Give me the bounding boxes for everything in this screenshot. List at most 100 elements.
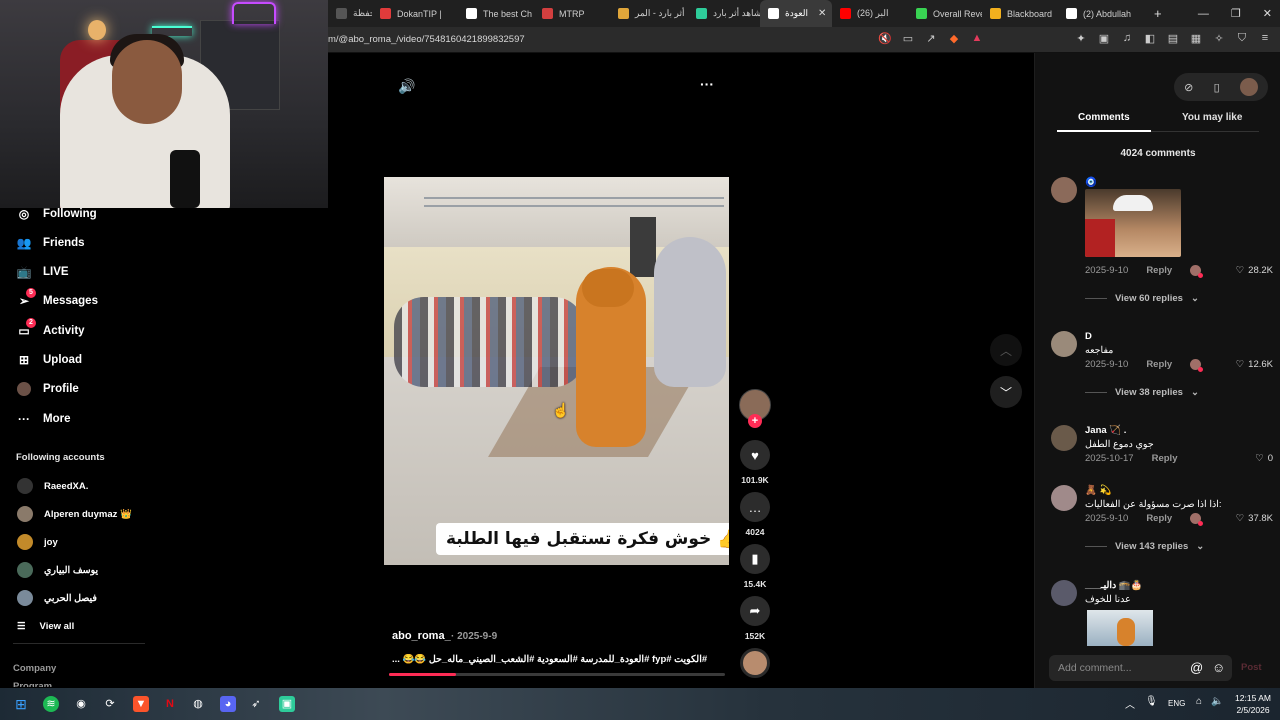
- commenter-name[interactable]: 🧸 💫: [1085, 485, 1111, 496]
- share-icon[interactable]: ↗: [924, 32, 938, 45]
- browser-tab[interactable]: أثر بارد - المر: [610, 0, 688, 27]
- chat-icon[interactable]: ▣: [279, 696, 295, 712]
- app-icon[interactable]: ◍: [190, 696, 206, 712]
- nav-upload[interactable]: ⊞ Upload: [16, 352, 82, 368]
- like-action[interactable]: ♥ 101.9K: [738, 440, 772, 485]
- tab-comments[interactable]: Comments: [1078, 112, 1130, 123]
- comment-like[interactable]: ♡ 37.8K: [1236, 513, 1273, 524]
- comment-action[interactable]: … 4024: [738, 492, 772, 537]
- commenter-name[interactable]: ___داليـ 🕋🎂: [1085, 580, 1143, 591]
- nav-more[interactable]: ··· More: [16, 411, 70, 427]
- following-account[interactable]: فيصل الحربي: [17, 590, 97, 606]
- speaker-icon[interactable]: 🔈: [1211, 696, 1223, 707]
- user-avatar[interactable]: [1239, 78, 1258, 96]
- view-all-link[interactable]: ☰ View all: [17, 621, 74, 632]
- save-action[interactable]: ▮ 15.4K: [738, 544, 772, 589]
- commenter-avatar[interactable]: [1051, 485, 1077, 511]
- commenter-avatar[interactable]: [1051, 177, 1077, 203]
- steam-icon[interactable]: ➶: [248, 696, 264, 712]
- mute-tab-icon[interactable]: 🔇: [878, 32, 892, 45]
- comment-like[interactable]: ♡ 12.6K: [1236, 359, 1273, 370]
- taskbar-clock[interactable]: 12:15 AM 2/5/2026: [1229, 692, 1277, 716]
- follow-plus-button[interactable]: +: [748, 414, 762, 428]
- extensions-icon[interactable]: ✦: [1074, 32, 1088, 45]
- commenter-avatar[interactable]: [1051, 425, 1077, 451]
- video-progress[interactable]: [389, 673, 725, 676]
- add-comment-input[interactable]: Add comment... @ ☺: [1049, 655, 1232, 681]
- close-window-icon[interactable]: ✕: [1263, 7, 1272, 20]
- windows-start-icon[interactable]: ⊞: [13, 696, 29, 712]
- browser-tab[interactable]: DokanTIP |: [372, 0, 458, 27]
- vpn-icon[interactable]: ▦: [1189, 32, 1203, 45]
- compass-icon[interactable]: ⊘: [1184, 81, 1193, 94]
- footer-program[interactable]: Program: [13, 681, 52, 687]
- video-description[interactable]: #الكويت #fyp #العودة_للمدرسة #السعودية #…: [392, 654, 708, 665]
- nav-messages[interactable]: ➢ 5 Messages: [16, 288, 98, 309]
- leo-ai-icon[interactable]: ✧: [1212, 32, 1226, 45]
- video-author[interactable]: abo_roma_: [392, 630, 451, 642]
- previous-video-button[interactable]: ︿: [990, 334, 1022, 366]
- brave-icon[interactable]: ▼: [133, 696, 149, 712]
- following-account[interactable]: Alperen duymaz 👑: [17, 506, 132, 522]
- comment-bubble-icon[interactable]: …: [740, 492, 770, 522]
- brave-shields-icon[interactable]: ◆: [947, 32, 961, 45]
- device-icon[interactable]: ▯: [1214, 81, 1220, 94]
- screenshot-icon[interactable]: ▣: [1097, 32, 1111, 45]
- view-replies-button[interactable]: View 143 replies ⌄: [1085, 541, 1204, 552]
- wallet-icon[interactable]: ▤: [1166, 32, 1180, 45]
- shield-icon[interactable]: ⛉: [1235, 32, 1249, 45]
- browser-tab[interactable]: The best Ch: [458, 0, 534, 27]
- sidebar-icon[interactable]: ◧: [1143, 32, 1157, 45]
- cast-icon[interactable]: ▭: [901, 32, 915, 45]
- discord-icon[interactable]: ◕: [220, 696, 236, 712]
- following-account[interactable]: يوسف البياري: [17, 562, 98, 578]
- reply-button[interactable]: Reply: [1152, 453, 1178, 464]
- nav-live[interactable]: 📺 LIVE: [16, 264, 69, 280]
- spotify-icon[interactable]: ≋: [43, 696, 59, 712]
- browser-tab[interactable]: العودة ✕: [760, 0, 832, 27]
- music-icon[interactable]: ♫: [1120, 32, 1134, 45]
- menu-icon[interactable]: ≡: [1258, 32, 1272, 45]
- minimize-icon[interactable]: —: [1198, 8, 1209, 20]
- sync-icon[interactable]: ⟳: [102, 696, 118, 712]
- comment-like[interactable]: ♡ 28.2K: [1236, 265, 1273, 276]
- browser-tab[interactable]: شاهد أثر بارد: [688, 0, 760, 27]
- next-video-button[interactable]: ﹀: [990, 376, 1022, 408]
- browser-tab[interactable]: MTRP: [534, 0, 610, 27]
- browser-tab[interactable]: (2) Abdullah: [1058, 0, 1134, 27]
- url-field[interactable]: m/@abo_roma_/video/7548160421899832597: [328, 34, 525, 45]
- music-disc[interactable]: [740, 648, 770, 678]
- share-arrow-icon[interactable]: ➦: [740, 596, 770, 626]
- comment-like[interactable]: ♡ 0: [1255, 453, 1273, 464]
- language-indicator[interactable]: ENG: [1168, 699, 1185, 708]
- wifi-icon[interactable]: ⌂: [1196, 696, 1202, 707]
- heart-icon[interactable]: ♥: [740, 440, 770, 470]
- nav-following[interactable]: ◎ Following: [16, 206, 97, 222]
- commenter-avatar[interactable]: [1051, 331, 1077, 357]
- footer-company[interactable]: Company: [13, 663, 56, 674]
- browser-tab[interactable]: Blackboard: [982, 0, 1058, 27]
- reply-button[interactable]: Reply: [1146, 513, 1172, 524]
- volume-icon[interactable]: 🔊: [398, 78, 415, 95]
- mention-icon[interactable]: @: [1190, 660, 1203, 675]
- brave-rewards-icon[interactable]: ▲: [970, 32, 984, 45]
- share-action[interactable]: ➦ 152K: [738, 596, 772, 641]
- post-button[interactable]: Post: [1241, 662, 1262, 673]
- commenter-name[interactable]: Jana 🏹 .: [1085, 425, 1126, 436]
- reply-button[interactable]: Reply: [1146, 265, 1172, 276]
- tray-chevron-icon[interactable]: ︿: [1125, 696, 1135, 711]
- tab-you-may-like[interactable]: You may like: [1182, 112, 1242, 123]
- commenter-name[interactable]: D: [1085, 331, 1092, 342]
- browser-tab[interactable]: (26) البر: [832, 0, 908, 27]
- browser-tab[interactable]: Overall Reve: [908, 0, 982, 27]
- bookmark-icon[interactable]: ▮: [740, 544, 770, 574]
- following-account[interactable]: joy: [17, 534, 58, 550]
- view-replies-button[interactable]: View 60 replies ⌄: [1085, 293, 1199, 304]
- commenter-avatar[interactable]: [1051, 580, 1077, 606]
- reply-button[interactable]: Reply: [1146, 359, 1172, 370]
- following-account[interactable]: RaeedXA.: [17, 478, 88, 494]
- more-options-icon[interactable]: ···: [700, 76, 714, 92]
- browser-tab[interactable]: المحفظة |: [328, 0, 372, 27]
- commenter-name[interactable]: 🧿: [1085, 177, 1097, 188]
- emoji-icon[interactable]: ☺: [1212, 660, 1225, 675]
